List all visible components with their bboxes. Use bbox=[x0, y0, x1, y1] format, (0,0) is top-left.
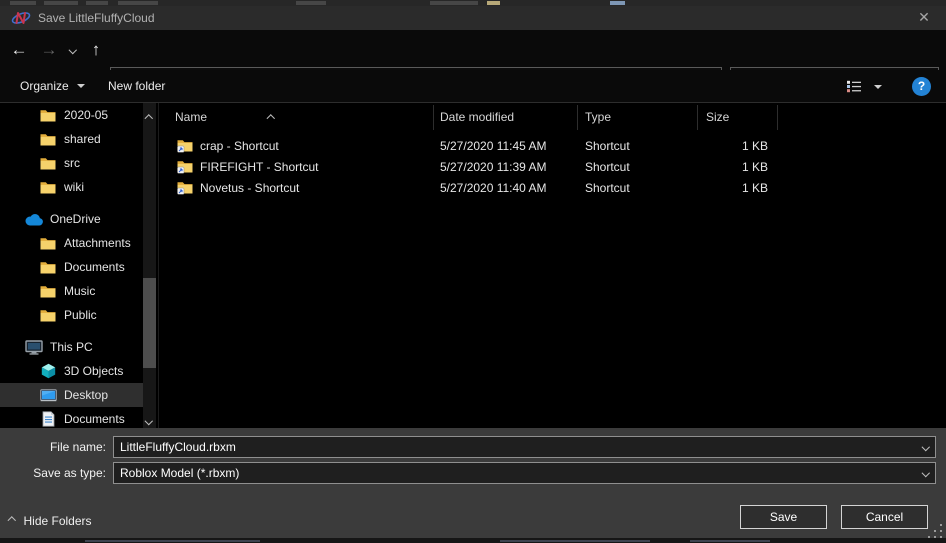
file-size: 1 KB bbox=[700, 136, 768, 157]
file-date-modified: 5/27/2020 11:45 AM bbox=[440, 136, 547, 157]
file-date-modified: 5/27/2020 11:39 AM bbox=[440, 157, 547, 178]
column-header-date[interactable]: Date modified bbox=[440, 103, 514, 131]
sidebar-item-label: wiki bbox=[64, 180, 84, 194]
close-icon[interactable]: ✕ bbox=[902, 6, 946, 30]
organize-dropdown-icon bbox=[77, 84, 85, 88]
sidebar-item-label: src bbox=[64, 156, 80, 170]
file-row-firefight-shortcut[interactable]: FIREFIGHT - Shortcut 5/27/2020 11:39 AM Sh… bbox=[160, 157, 946, 178]
folder-icon bbox=[38, 181, 58, 194]
file-name: FIREFIGHT - Shortcut bbox=[200, 157, 318, 178]
folder-shortcut-icon bbox=[177, 160, 193, 177]
save-type-select[interactable]: Roblox Model (*.rbxm) bbox=[113, 462, 936, 484]
sidebar-item-3d-objects[interactable]: 3D Objects bbox=[0, 359, 143, 383]
folder-icon bbox=[38, 157, 58, 170]
forward-icon[interactable]: → bbox=[36, 30, 62, 70]
column-header-size[interactable]: Size bbox=[706, 103, 729, 131]
save-dialog: Save LittleFluffyCloud ✕ ← → ↑ This PC D… bbox=[0, 0, 946, 543]
sidebar-item-music[interactable]: Music bbox=[0, 279, 143, 303]
window-title: Save LittleFluffyCloud bbox=[38, 6, 155, 30]
new-folder-button[interactable]: New folder bbox=[98, 70, 175, 102]
column-header-type[interactable]: Type bbox=[585, 103, 611, 131]
save-panel: File name: LittleFluffyCloud.rbxm Save a… bbox=[0, 428, 946, 538]
desktop-icon bbox=[38, 389, 58, 402]
cancel-button[interactable]: Cancel bbox=[841, 505, 928, 529]
document-icon bbox=[38, 411, 58, 427]
sidebar-item-label: Documents bbox=[64, 260, 125, 274]
sidebar-item-wiki[interactable]: wiki bbox=[0, 175, 143, 199]
file-size: 1 KB bbox=[700, 178, 768, 199]
sidebar-item-label: 2020-05 bbox=[64, 108, 108, 122]
folder-icon bbox=[38, 109, 58, 122]
sidebar-item-label: Documents bbox=[64, 412, 125, 426]
folder-icon bbox=[38, 309, 58, 322]
sidebar-item-onedrive[interactable]: OneDrive bbox=[0, 207, 143, 231]
help-button[interactable]: ? bbox=[912, 77, 931, 96]
file-size: 1 KB bbox=[700, 157, 768, 178]
chevron-up-icon bbox=[8, 517, 16, 525]
sidebar-item-label: Public bbox=[64, 308, 97, 322]
sidebar-item-desktop[interactable]: Desktop bbox=[0, 383, 143, 407]
sidebar-scrollbar[interactable] bbox=[143, 103, 156, 428]
file-date-modified: 5/27/2020 11:40 AM bbox=[440, 178, 547, 199]
sidebar-item-2020-05[interactable]: 2020-05 bbox=[0, 103, 143, 127]
sidebar-item-label: Attachments bbox=[64, 236, 131, 250]
save-button[interactable]: Save bbox=[740, 505, 827, 529]
file-name-dropdown-icon[interactable] bbox=[921, 443, 929, 451]
sidebar-item-label: 3D Objects bbox=[64, 364, 123, 378]
navigation-bar: ← → ↑ This PC Desktop bbox=[0, 30, 946, 70]
sidebar-item-public[interactable]: Public bbox=[0, 303, 143, 327]
recent-locations-icon[interactable] bbox=[64, 30, 82, 70]
sidebar-item-this-pc[interactable]: This PC bbox=[0, 335, 143, 359]
folder-icon bbox=[38, 237, 58, 250]
sidebar-item-label: Desktop bbox=[64, 388, 108, 402]
file-name: crap - Shortcut bbox=[200, 136, 279, 157]
column-header-name[interactable]: Name bbox=[175, 103, 207, 131]
scrollbar-thumb[interactable] bbox=[143, 278, 156, 368]
file-name-label: File name: bbox=[0, 436, 106, 458]
hide-folders-button[interactable]: Hide Folders bbox=[9, 511, 92, 531]
file-name-input[interactable]: LittleFluffyCloud.rbxm bbox=[113, 436, 936, 458]
folder-icon bbox=[38, 261, 58, 274]
organize-button[interactable]: Organize bbox=[10, 70, 95, 102]
sidebar-item-label: Music bbox=[64, 284, 95, 298]
scroll-down-icon[interactable] bbox=[146, 412, 152, 426]
up-icon[interactable]: ↑ bbox=[84, 30, 108, 70]
novetus-app-icon bbox=[11, 9, 31, 27]
views-icon[interactable] bbox=[846, 80, 862, 93]
file-type: Shortcut bbox=[585, 157, 630, 178]
file-type: Shortcut bbox=[585, 136, 630, 157]
folder-icon bbox=[38, 285, 58, 298]
pc-icon bbox=[24, 340, 44, 355]
command-toolbar: Organize New folder ? bbox=[0, 70, 946, 103]
content-area: 2020-05 shared src wiki OneDrive Attachments D… bbox=[0, 103, 946, 428]
file-row-crap-shortcut[interactable]: crap - Shortcut 5/27/2020 11:45 AM Shortcu… bbox=[160, 136, 946, 157]
sidebar-item-shared[interactable]: shared bbox=[0, 127, 143, 151]
resize-grip[interactable] bbox=[928, 524, 942, 538]
file-type: Shortcut bbox=[585, 178, 630, 199]
back-icon[interactable]: ← bbox=[6, 30, 32, 70]
cloud-icon bbox=[24, 213, 44, 226]
sidebar-item-attachments[interactable]: Attachments bbox=[0, 231, 143, 255]
background-taskbar-sliver bbox=[0, 538, 946, 543]
sort-ascending-icon bbox=[268, 110, 274, 124]
cube-icon bbox=[38, 363, 58, 379]
sidebar-item-src[interactable]: src bbox=[0, 151, 143, 175]
folder-icon bbox=[38, 133, 58, 146]
scroll-up-icon[interactable] bbox=[146, 110, 152, 124]
folder-shortcut-icon bbox=[177, 181, 193, 198]
titlebar: Save LittleFluffyCloud ✕ bbox=[0, 6, 946, 30]
sidebar-item-documents[interactable]: Documents bbox=[0, 255, 143, 279]
file-row-novetus-shortcut[interactable]: Novetus - Shortcut 5/27/2020 11:40 AM Shor… bbox=[160, 178, 946, 199]
folder-shortcut-icon bbox=[177, 139, 193, 156]
save-type-label: Save as type: bbox=[0, 462, 106, 484]
save-type-dropdown-icon[interactable] bbox=[921, 469, 929, 477]
sidebar-item-label: OneDrive bbox=[50, 212, 101, 226]
sidebar-item-label: shared bbox=[64, 132, 101, 146]
sidebar-item-label: This PC bbox=[50, 340, 93, 354]
views-dropdown-icon[interactable] bbox=[874, 85, 882, 89]
file-name: Novetus - Shortcut bbox=[200, 178, 299, 199]
